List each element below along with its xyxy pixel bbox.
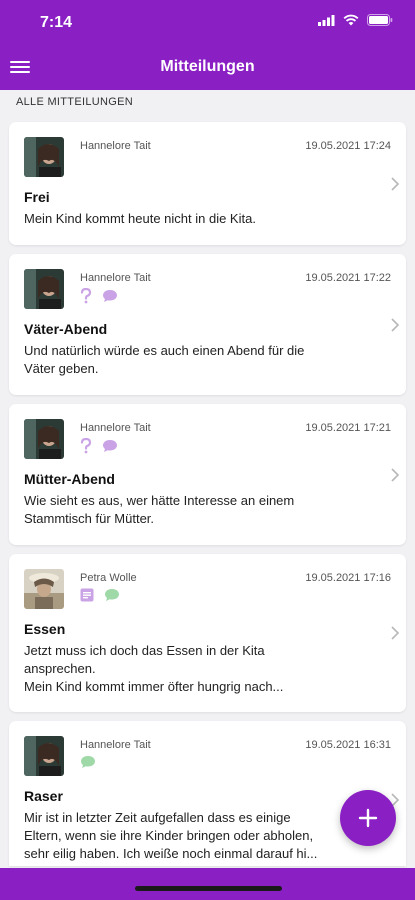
message-author: Petra Wolle — [80, 572, 137, 584]
message-status-icons — [80, 755, 96, 769]
message-title: Frei — [24, 189, 50, 205]
wifi-icon — [343, 14, 359, 26]
signal-icon — [318, 14, 335, 26]
message-date: 19.05.2021 17:24 — [305, 140, 391, 152]
message-card[interactable]: Hannelore Tait 19.05.2021 16:31 Raser Mi… — [9, 721, 406, 866]
message-author: Hannelore Tait — [80, 272, 151, 284]
message-title: Väter-Abend — [24, 321, 108, 337]
battery-icon — [367, 14, 393, 26]
question-icon — [80, 288, 92, 304]
message-title: Raser — [24, 788, 63, 804]
section-header: ALLE MITTEILUNGEN — [16, 96, 133, 108]
message-date: 19.05.2021 17:21 — [305, 422, 391, 434]
chevron-right-icon — [391, 626, 400, 640]
app-bar: Mitteilungen — [0, 46, 415, 90]
avatar — [24, 137, 64, 177]
status-bar: 7:14 — [0, 0, 415, 46]
message-author: Hannelore Tait — [80, 422, 151, 434]
document-icon — [80, 588, 94, 602]
chat-icon — [103, 290, 117, 302]
question-icon — [80, 438, 92, 454]
message-date: 19.05.2021 17:16 — [305, 572, 391, 584]
avatar — [24, 419, 64, 459]
message-card[interactable]: Hannelore Tait 19.05.2021 17:21 Mütter-A… — [9, 404, 406, 545]
message-body: Mein Kind kommt heute nicht in die Kita. — [24, 211, 256, 226]
home-indicator — [135, 886, 282, 891]
message-status-icons — [80, 288, 118, 304]
message-body: Und natürlich würde es auch einen Abend … — [24, 343, 305, 376]
message-card[interactable]: Hannelore Tait 19.05.2021 17:24 Frei Mei… — [9, 122, 406, 245]
bottom-bar — [0, 868, 415, 900]
avatar — [24, 569, 64, 609]
chat-icon — [105, 589, 119, 601]
page-title: Mitteilungen — [160, 58, 255, 75]
message-date: 19.05.2021 16:31 — [305, 739, 391, 751]
message-body: Jetzt muss ich doch das Essen in der Kit… — [24, 643, 284, 694]
chat-icon — [103, 440, 117, 452]
plus-icon — [358, 808, 378, 828]
message-status-icons — [80, 438, 118, 454]
avatar — [24, 269, 64, 309]
message-card[interactable]: Hannelore Tait 19.05.2021 17:22 Väter-Ab… — [9, 254, 406, 395]
message-author: Hannelore Tait — [80, 140, 151, 152]
message-author: Hannelore Tait — [80, 739, 151, 751]
message-title: Essen — [24, 621, 66, 637]
status-icons — [318, 14, 393, 26]
message-date: 19.05.2021 17:22 — [305, 272, 391, 284]
message-body: Mir ist in letzter Zeit aufgefallen dass… — [24, 810, 318, 861]
add-message-button[interactable] — [340, 790, 396, 846]
message-card[interactable]: Petra Wolle 19.05.2021 17:16 Essen Jetzt… — [9, 554, 406, 712]
chevron-right-icon — [391, 468, 400, 482]
message-title: Mütter-Abend — [24, 471, 115, 487]
chevron-right-icon — [391, 318, 400, 332]
chevron-right-icon — [391, 177, 400, 191]
message-body: Wie sieht es aus, wer hätte Interesse an… — [24, 493, 295, 526]
message-status-icons — [80, 588, 120, 602]
chat-icon — [81, 756, 95, 768]
avatar — [24, 736, 64, 776]
status-time: 7:14 — [40, 14, 73, 31]
